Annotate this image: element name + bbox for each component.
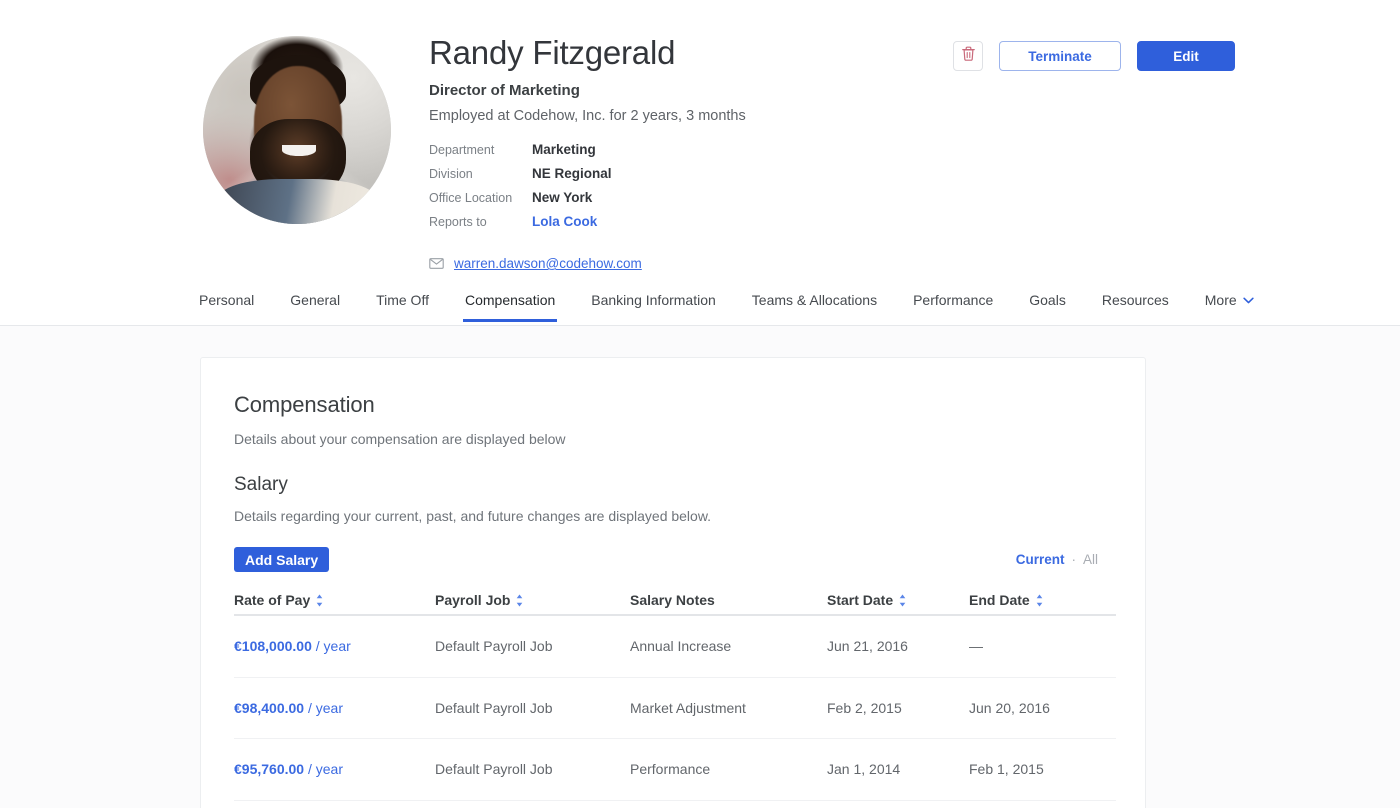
cell-payroll-job: Default Payroll Job (435, 699, 553, 716)
tab-performance[interactable]: Performance (913, 285, 993, 322)
cell-rate-of-pay[interactable]: €98,400.00 / year (234, 700, 435, 716)
email-link[interactable]: warren.dawson@codehow.com (454, 256, 642, 271)
meta-row-division: Division NE Regional (429, 166, 899, 190)
salary-amount: €108,000.00 (234, 638, 312, 655)
profile-summary: Randy Fitzgerald Director of Marketing E… (429, 33, 899, 271)
terminate-button[interactable]: Terminate (999, 41, 1121, 71)
chevron-down-icon (1242, 297, 1254, 304)
add-salary-button[interactable]: Add Salary (234, 547, 330, 572)
cell-payroll-job: Default Payroll Job (435, 638, 553, 655)
tab-personal[interactable]: Personal (199, 285, 254, 322)
salary-amount: €98,400.00 (234, 699, 305, 716)
salary-section-title: Salary (234, 474, 288, 495)
table-header-row: Rate of Pay Payroll Job Salary Notes Sta… (234, 586, 1116, 616)
column-label: Salary Notes (630, 592, 715, 608)
tab-goals[interactable]: Goals (1029, 285, 1066, 322)
meta-row-reports-to: Reports to Lola Cook (429, 214, 899, 238)
meta-value-office-location: New York (532, 190, 593, 205)
column-header-end-date[interactable]: End Date (969, 592, 1116, 608)
filter-current[interactable]: Current (1016, 552, 1065, 567)
meta-label: Reports to (429, 215, 487, 229)
cell-rate-of-pay[interactable]: €95,760.00 / year (234, 761, 435, 777)
page-body: Compensation Details about your compensa… (0, 326, 1400, 808)
avatar (203, 36, 391, 224)
cell-start-date: Jun 21, 2016 (827, 638, 908, 655)
table-row[interactable]: €98,400.00 / year Default Payroll Job Ma… (234, 678, 1116, 739)
column-label: Start Date (827, 592, 894, 608)
column-header-salary-notes: Salary Notes (630, 592, 827, 608)
card-title: Compensation (234, 392, 375, 417)
cell-salary-notes: Performance (630, 761, 711, 778)
email-row: warren.dawson@codehow.com (429, 256, 899, 271)
salary-period: / year (307, 761, 343, 778)
cell-rate-of-pay[interactable]: €108,000.00 / year (234, 638, 435, 654)
profile-header: Randy Fitzgerald Director of Marketing E… (0, 0, 1400, 285)
cell-end-date: Jun 20, 2016 (969, 699, 1050, 716)
meta-value-division: NE Regional (532, 166, 612, 181)
column-header-start-date[interactable]: Start Date (827, 592, 969, 608)
job-title: Director of Marketing (429, 82, 580, 99)
column-label: End Date (969, 592, 1030, 608)
tab-compensation[interactable]: Compensation (462, 285, 558, 322)
meta-label: Office Location (429, 191, 513, 205)
salary-toolbar: Add Salary Current · All (234, 547, 1112, 572)
column-label: Rate of Pay (234, 592, 311, 608)
page-title: Randy Fitzgerald (429, 34, 676, 71)
profile-meta-list: Department Marketing Division NE Regiona… (429, 142, 899, 238)
meta-label: Division (429, 167, 473, 181)
filter-all[interactable]: All (1083, 552, 1098, 567)
compensation-card: Compensation Details about your compensa… (200, 357, 1146, 808)
meta-value-department: Marketing (532, 142, 596, 157)
salary-section-subtitle: Details regarding your current, past, an… (234, 508, 712, 524)
column-header-payroll-job[interactable]: Payroll Job (435, 592, 630, 608)
sort-icon[interactable] (516, 594, 523, 607)
cell-start-date: Feb 2, 2015 (827, 699, 902, 716)
cell-end-date: Feb 1, 2015 (969, 761, 1044, 778)
column-header-rate-of-pay[interactable]: Rate of Pay (234, 592, 435, 608)
header-actions: Terminate Edit (953, 41, 1235, 71)
salary-period: / year (315, 638, 351, 655)
table-row[interactable]: €108,000.00 / year Default Payroll Job A… (234, 616, 1116, 678)
meta-label: Department (429, 143, 495, 157)
tab-resources[interactable]: Resources (1102, 285, 1169, 322)
cell-start-date: Jan 1, 2014 (827, 761, 901, 778)
avatar-shirt (218, 178, 376, 224)
cell-end-date: — (969, 638, 983, 655)
filter-separator: · (1071, 552, 1076, 567)
sort-icon[interactable] (316, 594, 323, 607)
tab-general[interactable]: General (290, 285, 340, 322)
meta-row-department: Department Marketing (429, 142, 899, 166)
tab-teams-allocations[interactable]: Teams & Allocations (752, 285, 877, 322)
sort-icon[interactable] (1036, 594, 1043, 607)
tab-more[interactable]: More (1205, 285, 1254, 322)
edit-button[interactable]: Edit (1137, 41, 1235, 71)
cell-salary-notes: Annual Increase (630, 638, 732, 655)
trash-icon (961, 46, 976, 67)
salary-amount: €95,760.00 (234, 761, 305, 778)
manager-link[interactable]: Lola Cook (532, 214, 597, 229)
column-label: Payroll Job (435, 592, 511, 608)
meta-row-office-location: Office Location New York (429, 190, 899, 214)
salary-filters: Current · All (1016, 552, 1112, 567)
profile-tabs: Personal General Time Off Compensation B… (0, 285, 1400, 326)
employee-profile-page: Randy Fitzgerald Director of Marketing E… (0, 0, 1400, 808)
salary-period: / year (307, 699, 343, 716)
card-subtitle: Details about your compensation are disp… (234, 431, 566, 447)
sort-icon[interactable] (899, 594, 906, 607)
tenure-text: Employed at Codehow, Inc. for 2 years, 3… (429, 108, 746, 124)
cell-salary-notes: Market Adjustment (630, 699, 746, 716)
salary-table: Rate of Pay Payroll Job Salary Notes Sta… (234, 586, 1116, 801)
delete-button[interactable] (953, 41, 983, 71)
envelope-icon (429, 258, 444, 269)
avatar-photo (203, 36, 391, 224)
tab-banking-information[interactable]: Banking Information (591, 285, 716, 322)
tab-more-label: More (1204, 292, 1237, 308)
table-row[interactable]: €95,760.00 / year Default Payroll Job Pe… (234, 739, 1116, 801)
cell-payroll-job: Default Payroll Job (435, 761, 553, 778)
tab-time-off[interactable]: Time Off (376, 285, 429, 322)
